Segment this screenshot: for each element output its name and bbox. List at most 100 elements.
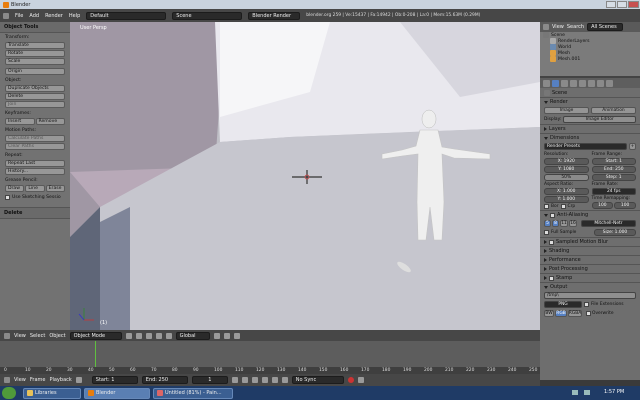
- play-reverse-icon[interactable]: [251, 377, 258, 383]
- render-animation-button[interactable]: Animation: [591, 107, 636, 114]
- task-libraries[interactable]: Libraries: [23, 387, 81, 399]
- erase-button[interactable]: Erase: [45, 185, 65, 192]
- duplicate-objects-button[interactable]: Duplicate Objects: [5, 85, 65, 92]
- scale-button[interactable]: Scale: [5, 58, 65, 65]
- windows-logo-icon[interactable]: [2, 387, 16, 399]
- editor-type-icon[interactable]: [4, 332, 10, 339]
- minimize-button[interactable]: [606, 1, 616, 8]
- timeline-menu-playback[interactable]: Playback: [49, 377, 71, 383]
- anti-aliasing-panel-header[interactable]: Anti-Aliasing: [540, 210, 640, 219]
- outliner-display-select[interactable]: All Scenes: [587, 23, 624, 31]
- modifiers-tab-icon[interactable]: [588, 79, 595, 87]
- preview-range-icon[interactable]: [75, 377, 82, 383]
- material-tab-icon[interactable]: [597, 79, 604, 87]
- texture-tab-icon[interactable]: [606, 79, 613, 87]
- menu-file[interactable]: File: [15, 13, 23, 19]
- current-frame-line[interactable]: [95, 341, 96, 367]
- scene-tab-icon[interactable]: [561, 79, 568, 87]
- menu-add[interactable]: Add: [29, 13, 39, 19]
- fps-select[interactable]: 24 fps: [591, 188, 636, 195]
- join-button[interactable]: Join: [5, 101, 65, 108]
- world-tab-icon[interactable]: [570, 79, 577, 87]
- mode-select[interactable]: Object Mode: [69, 331, 122, 340]
- aa-samples-11[interactable]: 11: [560, 220, 568, 227]
- delete-panel-header[interactable]: Delete: [0, 207, 70, 219]
- close-button[interactable]: [628, 1, 639, 8]
- output-panel-header[interactable]: Output: [540, 282, 640, 291]
- jump-start-icon[interactable]: [231, 377, 238, 383]
- post-processing-panel-header[interactable]: Post Processing: [540, 264, 640, 273]
- clear-paths-button[interactable]: Clear Paths: [5, 143, 65, 150]
- remap-new-field[interactable]: 100: [614, 202, 636, 209]
- object-tab-icon[interactable]: [579, 79, 586, 87]
- aspect-y-field[interactable]: Y: 1.000: [544, 196, 589, 203]
- resolution-x-field[interactable]: X: 1920: [544, 158, 589, 165]
- aa-samples-16[interactable]: 16: [569, 220, 577, 227]
- shading-panel-header[interactable]: Shading: [540, 246, 640, 255]
- rotate-button[interactable]: Rotate: [5, 50, 65, 57]
- end-frame-field[interactable]: End: 250: [141, 376, 188, 384]
- color-mode-rgb[interactable]: RGB: [555, 310, 567, 317]
- color-mode-bw[interactable]: BW: [544, 310, 554, 317]
- draw-button[interactable]: Draw: [5, 185, 25, 192]
- render-presets-select[interactable]: Render Presets: [544, 143, 627, 150]
- tray-icon[interactable]: [572, 390, 578, 395]
- file-format-select[interactable]: PNG: [544, 301, 582, 308]
- timeline-menu-frame[interactable]: Frame: [30, 377, 46, 383]
- overwrite-checkbox[interactable]: [586, 311, 591, 316]
- output-path-field[interactable]: /tmp\: [544, 292, 636, 299]
- render-tab-icon[interactable]: [552, 79, 559, 87]
- render-image-button[interactable]: Image: [544, 107, 589, 114]
- properties-editor-icon[interactable]: [543, 79, 550, 87]
- render-icon[interactable]: [233, 332, 240, 339]
- sampled-motion-blur-header[interactable]: Sampled Motion Blur: [540, 237, 640, 246]
- menu-help[interactable]: Help: [69, 13, 80, 19]
- render-panel-header[interactable]: Render: [540, 97, 640, 106]
- layers-panel-header[interactable]: Layers: [540, 124, 640, 133]
- timeline-editor-icon[interactable]: [4, 377, 10, 383]
- border-checkbox[interactable]: [544, 204, 549, 209]
- motion-blur-checkbox[interactable]: [549, 239, 554, 245]
- start-field[interactable]: Start: 1: [591, 158, 636, 165]
- display-select[interactable]: Image Editor: [563, 116, 636, 123]
- menu-view[interactable]: View: [14, 333, 26, 339]
- add-preset-button[interactable]: +: [629, 143, 636, 150]
- orientation-select[interactable]: Global: [175, 331, 210, 340]
- outliner-menu-view[interactable]: View: [552, 24, 564, 30]
- aa-size-field[interactable]: Size: 1.000: [594, 229, 636, 236]
- aa-filter-select[interactable]: Mitchell-Netr: [581, 220, 636, 227]
- aspect-x-field[interactable]: X: 1.000: [544, 188, 589, 195]
- remove-keyframe-button[interactable]: Remove: [35, 118, 65, 125]
- maximize-button[interactable]: [617, 1, 627, 8]
- timeline-menu-view[interactable]: View: [14, 377, 26, 383]
- sketching-option[interactable]: Use Sketching Sessio: [0, 193, 70, 201]
- performance-panel-header[interactable]: Performance: [540, 255, 640, 264]
- stamp-panel-header[interactable]: Stamp: [540, 273, 640, 282]
- current-frame-field[interactable]: 1: [191, 376, 228, 384]
- snap-icon[interactable]: [223, 332, 230, 339]
- aa-samples-5[interactable]: 5: [544, 220, 551, 227]
- manipulator-icon[interactable]: [145, 332, 152, 339]
- origin-button[interactable]: Origin: [5, 68, 65, 75]
- translate-manipulator-icon[interactable]: [155, 332, 162, 339]
- dimensions-panel-header[interactable]: Dimensions: [540, 133, 640, 142]
- resolution-percent-slider[interactable]: 50%: [544, 174, 589, 181]
- record-icon[interactable]: [347, 377, 354, 383]
- stamp-checkbox[interactable]: [549, 275, 554, 281]
- jump-end-icon[interactable]: [281, 377, 288, 383]
- translate-button[interactable]: Translate: [5, 42, 65, 49]
- start-frame-field[interactable]: Start: 1: [91, 376, 138, 384]
- outliner-menu-search[interactable]: Search: [567, 24, 584, 30]
- crop-checkbox[interactable]: [560, 204, 566, 209]
- outliner-editor-icon[interactable]: [543, 24, 549, 30]
- layers-icon[interactable]: [213, 332, 220, 339]
- file-extensions-checkbox[interactable]: [584, 302, 589, 307]
- outliner-row-mesh-001[interactable]: Mesh.001: [540, 56, 640, 62]
- end-field[interactable]: End: 250: [591, 166, 636, 173]
- timeline-area[interactable]: [0, 341, 540, 367]
- step-field[interactable]: Step: 1: [591, 174, 636, 181]
- sketching-checkbox[interactable]: [5, 195, 10, 200]
- keying-set-icon[interactable]: [357, 377, 364, 383]
- resolution-y-field[interactable]: Y: 1080: [544, 166, 589, 173]
- prev-keyframe-icon[interactable]: [241, 377, 248, 383]
